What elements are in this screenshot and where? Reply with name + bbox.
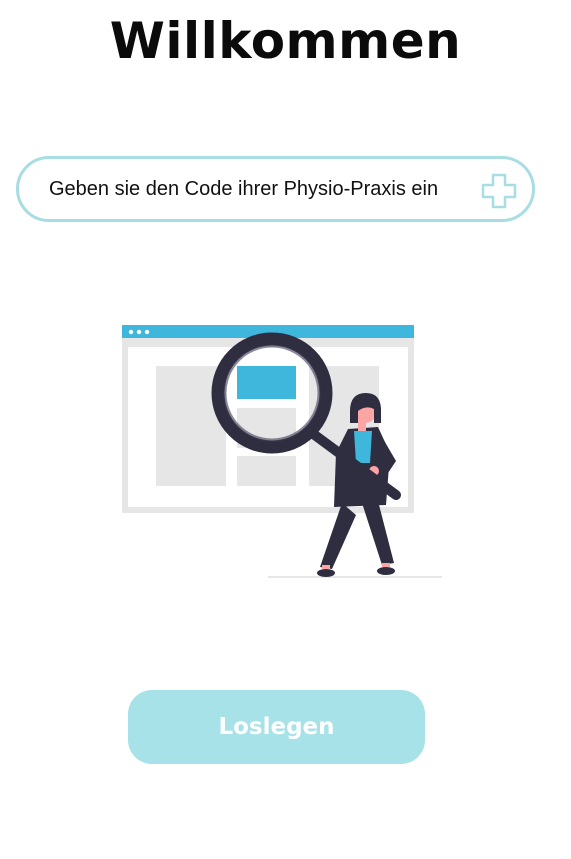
medical-cross-icon bbox=[481, 173, 517, 209]
practice-code-field[interactable] bbox=[16, 156, 535, 222]
search-illustration bbox=[122, 325, 442, 578]
page-title: Willkommen bbox=[109, 12, 462, 70]
start-button[interactable]: Loslegen bbox=[128, 690, 425, 764]
practice-code-input[interactable] bbox=[49, 177, 469, 201]
